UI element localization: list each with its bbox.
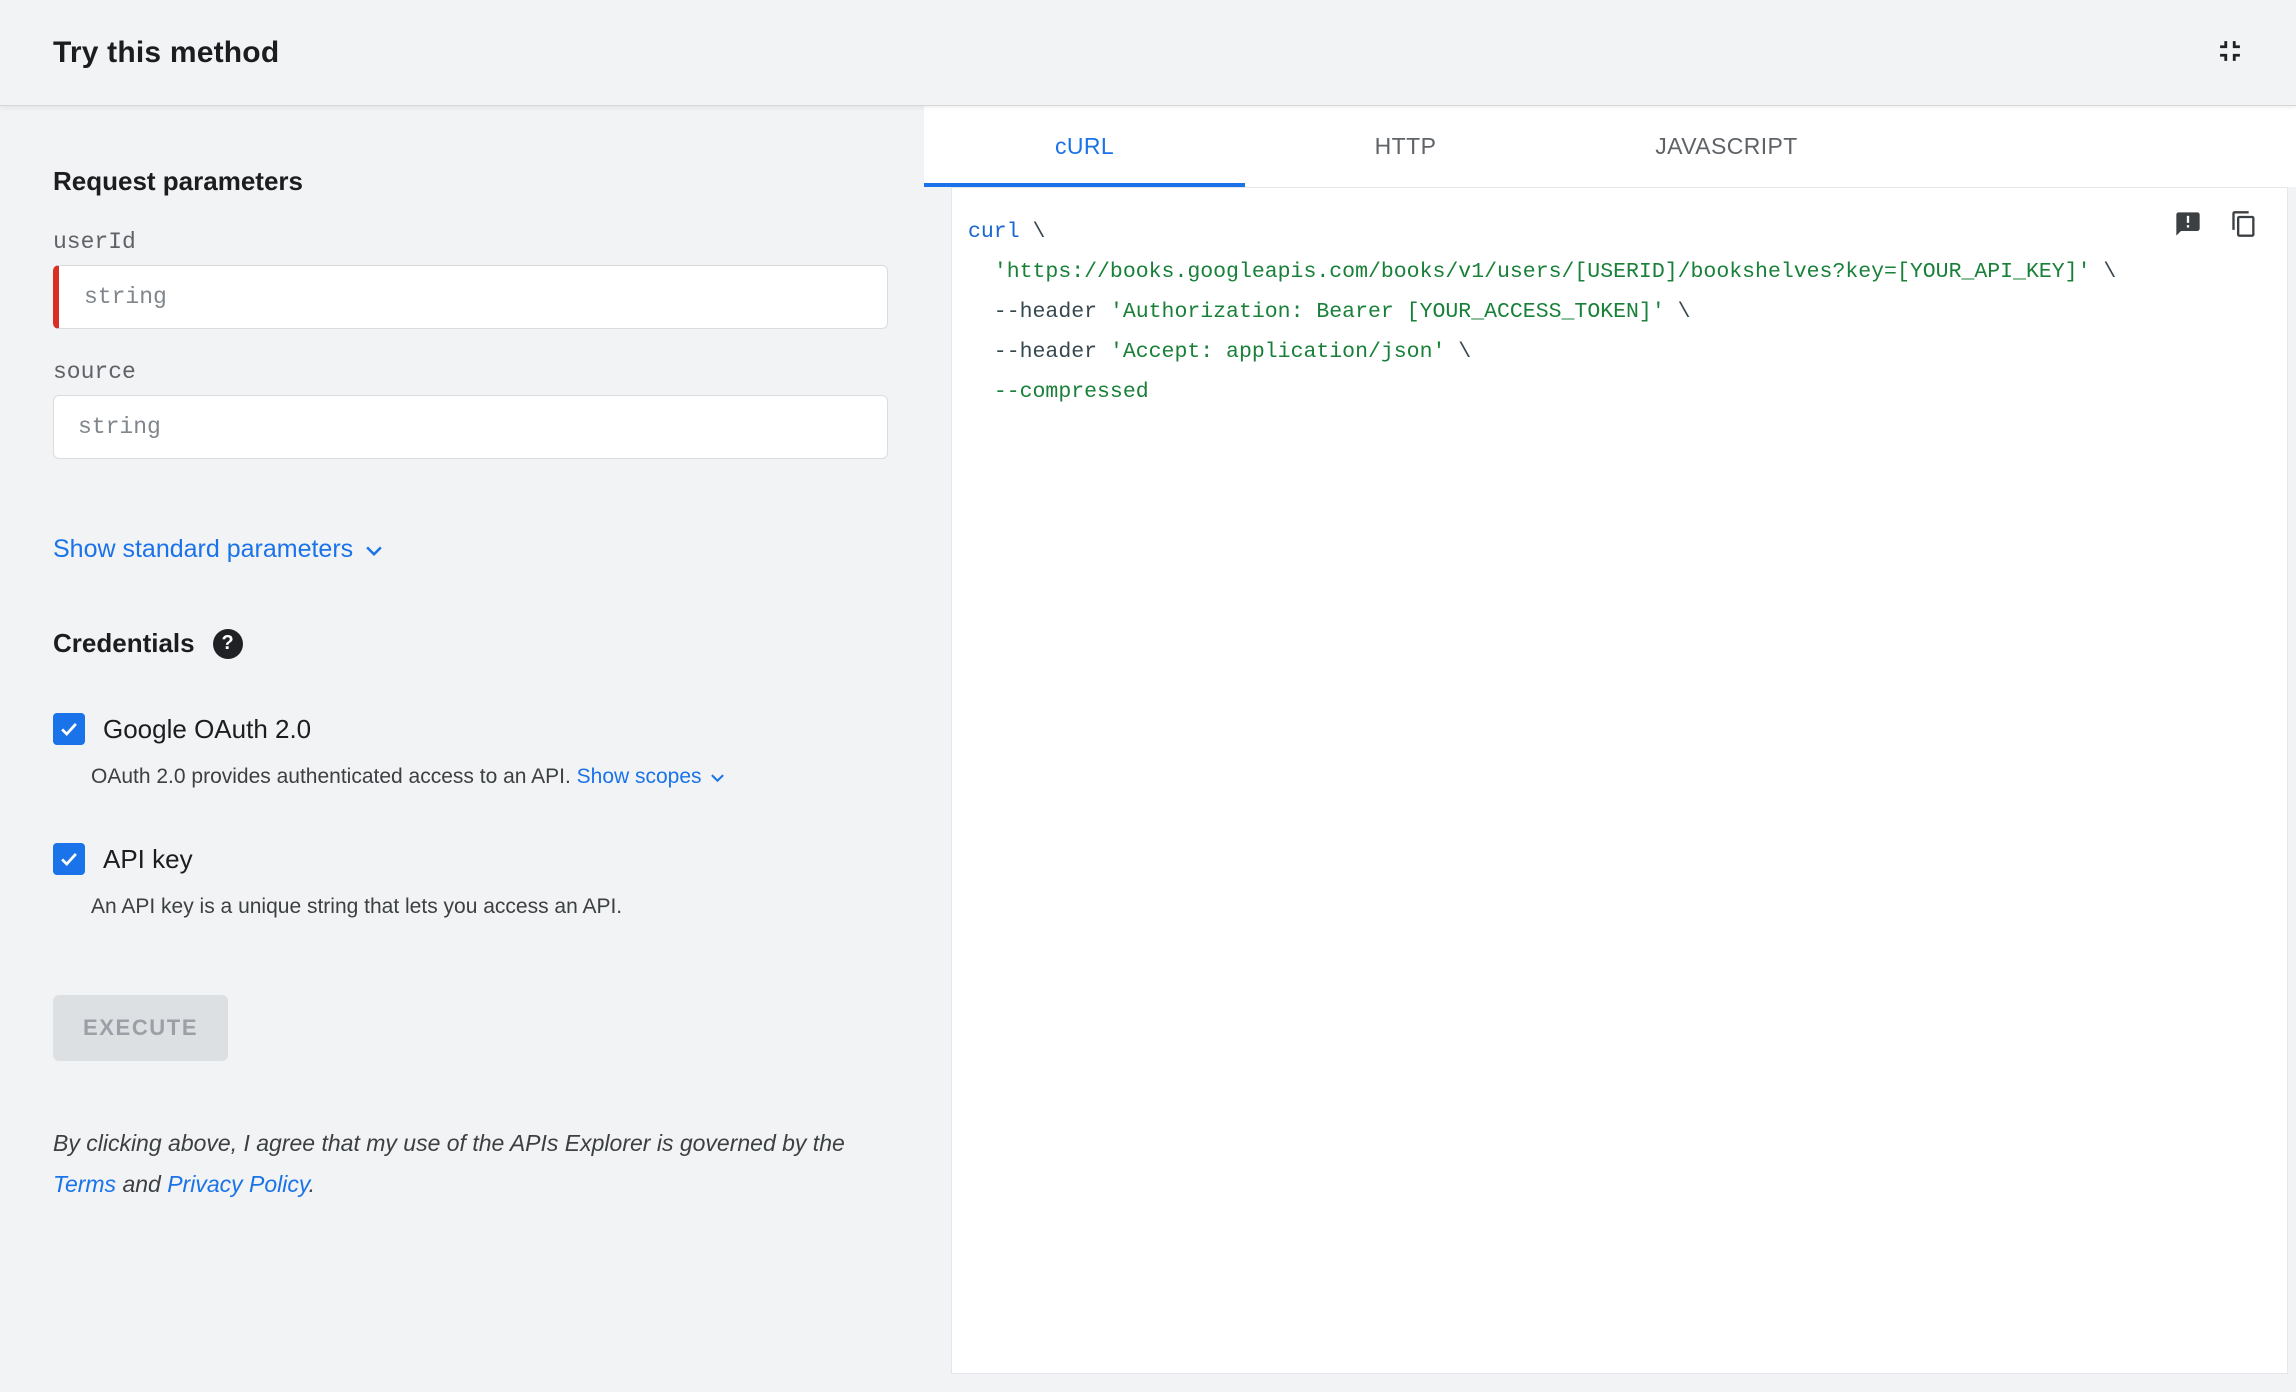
code-token: \: [1019, 220, 1046, 244]
panel-header: Try this method: [0, 0, 2296, 106]
checkbox-checked-icon: [61, 723, 77, 737]
code-language-tabs: cURL HTTP JAVASCRIPT: [924, 106, 2296, 187]
api-key-description: An API key is a unique string that lets …: [91, 895, 623, 918]
code-line: 'https://books.googleapis.com/books/v1/u…: [968, 252, 2263, 292]
api-key-label[interactable]: API key: [103, 844, 193, 875]
tab-javascript[interactable]: JAVASCRIPT: [1566, 106, 1887, 187]
oauth-description-text: OAuth 2.0 provides authenticated access …: [91, 765, 577, 788]
code-line: curl \: [968, 212, 2263, 252]
credentials-heading: Credentials ?: [53, 628, 888, 659]
show-scopes-label: Show scopes: [576, 765, 702, 788]
chevron-down-icon: [710, 765, 725, 789]
userId-input[interactable]: [53, 265, 888, 329]
panel-title: Try this method: [53, 35, 280, 69]
api-key-checkbox[interactable]: [53, 843, 85, 875]
code-actions: [2171, 208, 2261, 242]
code-line: --compressed: [968, 372, 2263, 412]
code-card: curl \ 'https://books.googleapis.com/boo…: [951, 187, 2288, 1374]
fullscreen-exit-icon: [2213, 34, 2247, 71]
panel-body: Request parameters userId source Show st…: [0, 106, 2296, 1392]
code-line: --header 'Accept: application/json' \: [968, 332, 2263, 372]
disclaimer-part3: .: [308, 1170, 316, 1197]
copy-button[interactable]: [2227, 208, 2261, 242]
terms-link[interactable]: Terms: [53, 1171, 116, 1197]
code-token: curl: [968, 220, 1020, 244]
show-standard-parameters-link[interactable]: Show standard parameters: [53, 535, 383, 564]
source-input[interactable]: [53, 395, 888, 459]
chevron-down-icon: [365, 535, 383, 564]
code-token: 'Accept: application/json': [1109, 340, 1446, 364]
code-line: --header 'Authorization: Bearer [YOUR_AC…: [968, 292, 2263, 332]
code-token: \: [1664, 300, 1691, 324]
oauth-label[interactable]: Google OAuth 2.0: [103, 714, 311, 745]
disclaimer-part1: By clicking above, I agree that my use o…: [53, 1130, 845, 1156]
field-label-userId: userId: [53, 229, 136, 255]
checkbox-checked-icon: [61, 853, 77, 867]
code-token: \: [1445, 340, 1472, 364]
feedback-icon: [2174, 210, 2202, 241]
oauth-description: OAuth 2.0 provides authenticated access …: [91, 765, 888, 789]
collapse-button[interactable]: [2206, 29, 2254, 77]
code-token: \: [2090, 260, 2117, 284]
field-label-source: source: [53, 359, 136, 385]
code-block: curl \ 'https://books.googleapis.com/boo…: [968, 212, 2263, 412]
show-standard-parameters-label: Show standard parameters: [53, 535, 354, 563]
tab-curl[interactable]: cURL: [924, 106, 1245, 187]
code-token: --header: [968, 300, 1110, 324]
code-token: --compressed: [993, 380, 1149, 404]
tab-http[interactable]: HTTP: [1245, 106, 1566, 187]
disclaimer-part2: and: [116, 1170, 168, 1197]
disclaimer-text: By clicking above, I agree that my use o…: [53, 1123, 888, 1205]
execute-button[interactable]: EXECUTE: [53, 995, 229, 1061]
show-scopes-link[interactable]: Show scopes: [577, 765, 725, 789]
credentials-heading-label: Credentials: [53, 628, 195, 658]
oauth-credential-row[interactable]: Google OAuth 2.0: [53, 713, 888, 745]
oauth-checkbox[interactable]: [53, 713, 85, 745]
copy-icon: [2230, 210, 2258, 241]
privacy-policy-link[interactable]: Privacy Policy: [167, 1171, 308, 1197]
feedback-button[interactable]: [2171, 208, 2205, 242]
field-userId: userId: [53, 229, 888, 329]
help-icon[interactable]: ?: [212, 628, 243, 659]
request-parameters-heading: Request parameters: [53, 166, 303, 196]
api-key-credential-row[interactable]: API key: [53, 843, 888, 875]
request-parameters-panel: Request parameters userId source Show st…: [0, 106, 924, 1392]
code-token: --header: [968, 340, 1110, 364]
field-source: source: [53, 359, 888, 459]
code-token: 'https://books.googleapis.com/books/v1/u…: [993, 260, 2091, 284]
code-sample-panel: cURL HTTP JAVASCRIPT curl \ 'https://boo…: [924, 106, 2296, 1392]
code-token: 'Authorization: Bearer [YOUR_ACCESS_TOKE…: [1109, 300, 1665, 324]
